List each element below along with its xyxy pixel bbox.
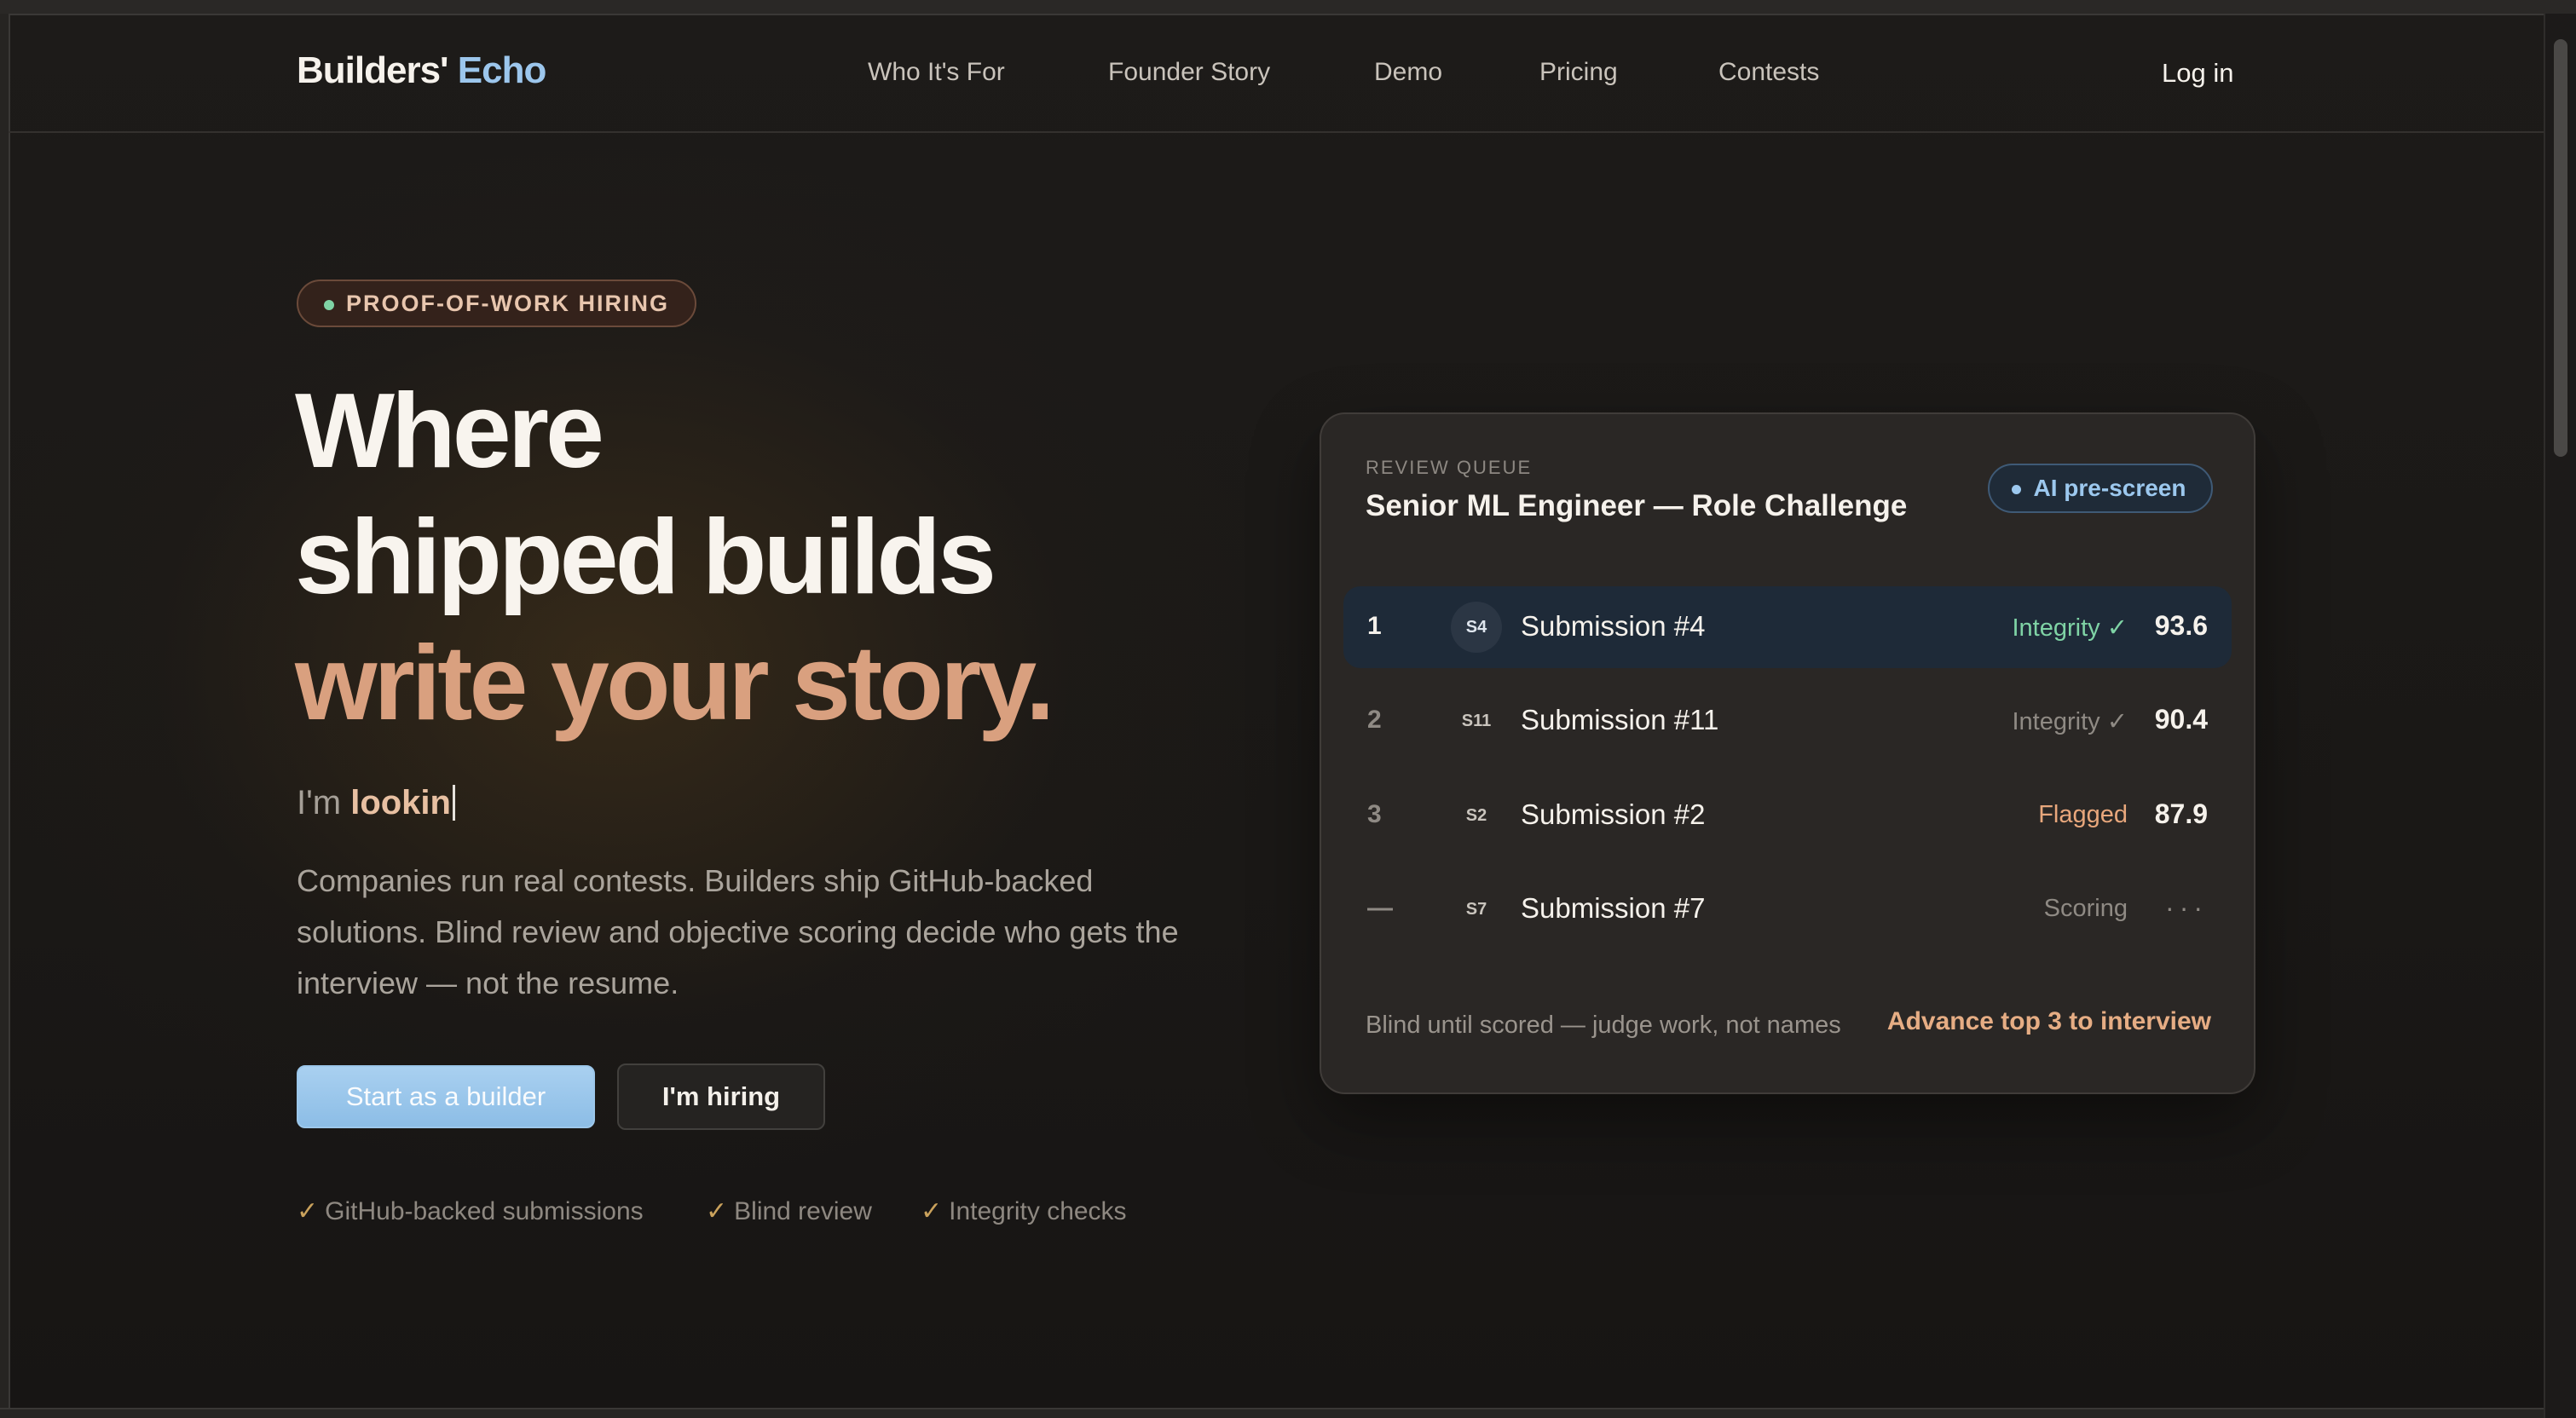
row-rank: — [1367, 894, 1393, 922]
card-eyebrow: REVIEW QUEUE [1366, 457, 1533, 478]
nav-link-who-its-for[interactable]: Who It's For [868, 58, 1005, 87]
row-rank: 1 [1367, 612, 1382, 640]
hero-description: Companies run real contests. Builders sh… [297, 863, 1179, 1000]
submission-avatar: S2 [1465, 805, 1487, 825]
checkmark-icon: ✓ [706, 1197, 728, 1225]
submission-score: 93.6 [2154, 610, 2208, 641]
feature-check-item: ✓ Blind review [706, 1197, 872, 1225]
hero-badge-label: PROOF-OF-WORK HIRING [346, 290, 669, 316]
ai-prescreen-pill[interactable]: AI pre-screen [1988, 464, 2213, 513]
scrollbar-track[interactable] [2544, 14, 2576, 1418]
hero-badge: PROOF-OF-WORK HIRING [297, 280, 696, 327]
headline-line-2: shipped builds [295, 499, 996, 616]
submission-row[interactable]: 2 S11 Submission #11 Integrity ✓ 90.4 [1343, 680, 2232, 762]
submission-name: Submission #7 [1521, 892, 1706, 924]
submission-score: 87.9 [2154, 798, 2208, 829]
scrollbar-thumb[interactable] [2554, 39, 2567, 457]
window-left-edge [0, 14, 10, 1418]
feature-check-item: ✓ Integrity checks [921, 1197, 1127, 1225]
advance-top-3-link[interactable]: Advance top 3 to interview [1887, 1007, 2211, 1036]
scoring-status: Scoring [2043, 895, 2128, 922]
card-title: Senior ML Engineer — Role Challenge [1366, 489, 1908, 522]
headline-line-1: Where [295, 372, 604, 490]
submission-avatar: S7 [1465, 899, 1487, 919]
submission-avatar: S4 [1451, 602, 1502, 653]
badge-dot-icon [324, 300, 334, 310]
submission-name: Submission #11 [1521, 704, 1719, 735]
submission-row[interactable]: — S7 Submission #7 Scoring ··· [1343, 868, 2232, 950]
checkmark-icon: ✓ [921, 1197, 943, 1225]
login-link[interactable]: Log in [2162, 58, 2233, 89]
typing-value: lookin [350, 784, 451, 821]
start-as-builder-button[interactable]: Start as a builder [297, 1065, 595, 1128]
row-rank: 2 [1367, 706, 1382, 734]
feature-check-item: ✓ GitHub-backed submissions [297, 1197, 644, 1225]
nav-link-demo[interactable]: Demo [1374, 58, 1442, 87]
nav-link-contests[interactable]: Contests [1718, 58, 1819, 87]
browser-top-edge [0, 0, 2576, 15]
pending-score-ellipsis: ··· [2165, 892, 2208, 923]
integrity-status: Integrity ✓ [2012, 708, 2128, 735]
submission-row[interactable]: 3 S2 Submission #2 Flagged 87.9 [1343, 775, 2232, 856]
im-hiring-button[interactable]: I'm hiring [617, 1064, 825, 1130]
submission-avatar: S11 [1461, 711, 1492, 730]
blind-review-note: Blind until scored — judge work, not nam… [1366, 1012, 1841, 1039]
submission-row[interactable]: 1 S4 Submission #4 Integrity ✓ 93.6 [1343, 586, 2232, 668]
typing-prefix: I'm [297, 784, 342, 821]
top-navigation: Builders' Echo Who It's For Founder Stor… [9, 15, 2544, 133]
typing-line: I'm lookin [297, 784, 455, 822]
brand-name-part2: Echo [457, 49, 547, 91]
flagged-status: Flagged [2038, 801, 2128, 828]
submission-name: Submission #4 [1521, 610, 1706, 642]
submission-name: Submission #2 [1521, 798, 1706, 830]
nav-link-pricing[interactable]: Pricing [1539, 58, 1618, 87]
brand-logo[interactable]: Builders' Echo [297, 49, 546, 92]
submission-score: 90.4 [2154, 704, 2208, 735]
typing-caret-icon [452, 785, 455, 821]
integrity-status: Integrity ✓ [2012, 614, 2128, 642]
pill-dot-icon [2012, 485, 2021, 494]
hero-headline: Where shipped builds write your story. [295, 368, 1054, 746]
review-queue-card: REVIEW QUEUE Senior ML Engineer — Role C… [1320, 412, 2255, 1094]
brand-name-part1: Builders' [297, 49, 449, 91]
window-bottom-edge [0, 1408, 2576, 1418]
row-rank: 3 [1367, 800, 1382, 828]
checkmark-icon: ✓ [297, 1197, 319, 1225]
headline-line-3: write your story. [295, 625, 1054, 742]
nav-link-founder-story[interactable]: Founder Story [1108, 58, 1270, 87]
ai-prescreen-label: AI pre-screen [2033, 475, 2186, 501]
